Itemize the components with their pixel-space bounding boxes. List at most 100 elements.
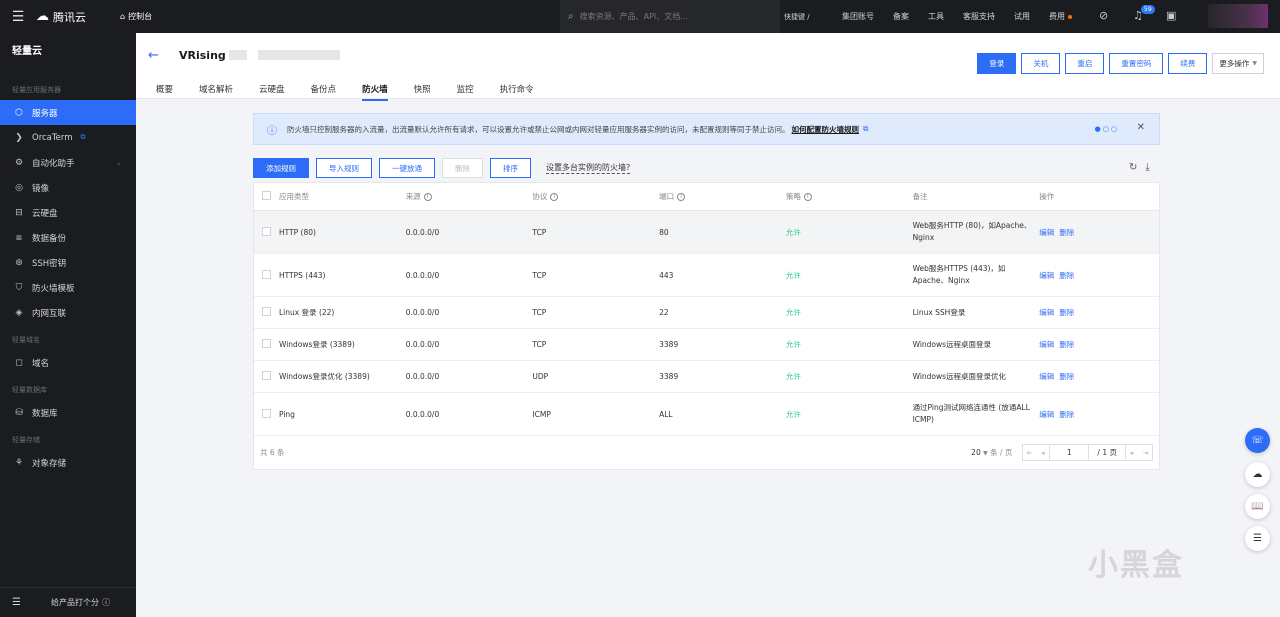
sidebar-item-server[interactable]: ⬡ 服务器 — [0, 100, 136, 125]
sidebar-item-firewall-template[interactable]: ⛉ 防火墙模板 — [0, 275, 136, 300]
row-checkbox[interactable] — [254, 307, 279, 318]
info-icon[interactable]: i — [423, 193, 432, 201]
restart-button[interactable]: 重启 — [1065, 53, 1105, 74]
one-click-allow-button[interactable]: 一键放通 — [379, 158, 435, 178]
reset-password-button[interactable]: 重置密码 — [1109, 53, 1164, 74]
cell-type: HTTP (80) — [278, 227, 316, 237]
edit-link[interactable]: 编辑 — [1039, 270, 1054, 281]
tab-run-command[interactable]: 执行命令 — [500, 83, 534, 99]
customer-service-icon[interactable]: ☏ — [1245, 428, 1270, 453]
rate-product-link[interactable]: 给产品打个分 — [51, 597, 99, 608]
page-number-input[interactable]: 1 — [1049, 445, 1090, 460]
first-page-icon[interactable]: ⇤ — [1023, 449, 1036, 457]
sidebar-item-domain[interactable]: ◻ 域名 — [0, 350, 136, 375]
column-header-source: 来源 i — [406, 191, 533, 202]
compass-icon[interactable]: ⊘ — [1099, 9, 1108, 22]
row-checkbox[interactable] — [254, 408, 279, 420]
delete-link[interactable]: 删除 — [1059, 339, 1074, 350]
tab-overview[interactable]: 概要 — [156, 83, 173, 99]
cell-source: 0.0.0.0/0 — [405, 372, 440, 381]
cart-icon[interactable]: ▣ — [1166, 9, 1176, 22]
sidebar-item-intranet[interactable]: ◈ 内网互联 — [0, 300, 136, 325]
book-icon[interactable]: 📖 — [1245, 494, 1270, 519]
shutdown-button[interactable]: 关机 — [1021, 53, 1061, 74]
delete-link[interactable]: 删除 — [1059, 371, 1074, 382]
search-input[interactable]: ⌕ 搜索资源、产品、API、文档... — [560, 0, 780, 33]
delete-link[interactable]: 删除 — [1059, 270, 1074, 281]
info-icon[interactable]: i — [677, 193, 686, 201]
delete-link[interactable]: 删除 — [1059, 409, 1074, 420]
tab-firewall[interactable]: 防火墙 — [362, 83, 388, 101]
edit-link[interactable]: 编辑 — [1039, 307, 1054, 318]
table-tools: ↻ ⤓ — [1129, 162, 1150, 173]
sidebar-item-automation[interactable]: ⚙ 自动化助手 ⌄ — [0, 150, 136, 175]
refresh-icon[interactable]: ↻ — [1129, 162, 1137, 173]
more-actions-button[interactable]: 更多操作 ▼ — [1212, 53, 1264, 74]
cell-port: ALL — [659, 409, 673, 419]
info-icon[interactable]: i — [803, 193, 812, 201]
topbar-link-support[interactable]: 客服支持 — [963, 11, 995, 22]
sidebar-item-image[interactable]: ◎ 镜像 — [0, 175, 136, 200]
edit-link[interactable]: 编辑 — [1039, 409, 1054, 420]
prev-page-icon[interactable]: ◂ — [1036, 449, 1049, 457]
tab-cloud-disk[interactable]: 云硬盘 — [259, 83, 285, 99]
sidebar-item-disk[interactable]: ⊟ 云硬盘 — [0, 200, 136, 225]
caret-down-icon: ▼ — [1252, 60, 1257, 67]
console-link[interactable]: ⌂ 控制台 — [120, 11, 152, 22]
brand-logo[interactable]: ☁ 腾讯云 — [36, 9, 106, 25]
row-checkbox[interactable] — [254, 371, 279, 382]
topbar-link-tools[interactable]: 工具 — [928, 11, 944, 22]
banner-help-link[interactable]: 如何配置防火墙规则 — [792, 124, 860, 135]
tab-domain-resolution[interactable]: 域名解析 — [199, 83, 233, 99]
topbar-link-icp[interactable]: 备案 — [893, 11, 909, 22]
edit-link[interactable]: 编辑 — [1039, 371, 1054, 382]
avatar[interactable] — [1208, 4, 1268, 28]
cloud-icon[interactable]: ☁ — [1245, 462, 1270, 487]
list-icon[interactable]: ☰ — [1245, 526, 1270, 551]
sidebar-item-object-storage[interactable]: ⚘ 对象存储 — [0, 450, 136, 475]
tab-monitor[interactable]: 监控 — [457, 83, 474, 99]
carousel-dots[interactable]: ●○○ — [1095, 125, 1119, 133]
sidebar-item-backup[interactable]: ⧈ 数据备份 — [0, 225, 136, 250]
select-all-checkbox[interactable] — [254, 191, 279, 202]
add-rule-button[interactable]: 添加规则 — [253, 158, 309, 178]
table-row: Windows登录优化 (3389) 0.0.0.0/0 UDP 3389 允许… — [254, 361, 1159, 393]
import-rules-button[interactable]: 导入规则 — [316, 158, 372, 178]
delete-button[interactable]: 删除 — [442, 158, 483, 178]
row-checkbox[interactable] — [254, 269, 279, 281]
column-header: 备注 — [912, 191, 928, 201]
row-checkbox[interactable] — [254, 226, 279, 238]
billing-label: 费用 — [1049, 12, 1065, 21]
last-page-icon[interactable]: ⇥ — [1139, 449, 1152, 457]
menu-icon[interactable]: ☰ — [0, 9, 36, 25]
sidebar-item-database[interactable]: ⛁ 数据库 — [0, 400, 136, 425]
download-icon[interactable]: ⤓ — [1145, 162, 1149, 173]
tab-backup-points[interactable]: 备份点 — [311, 83, 337, 99]
topbar-link-group-account[interactable]: 集团账号 — [842, 11, 874, 22]
delete-link[interactable]: 删除 — [1059, 227, 1074, 238]
delete-link[interactable]: 删除 — [1059, 307, 1074, 318]
edit-link[interactable]: 编辑 — [1039, 339, 1054, 350]
next-page-icon[interactable]: ▸ — [1126, 449, 1139, 457]
multi-instance-firewall-link[interactable]: 设置多台实例的防火墙? — [546, 162, 631, 174]
notification-badge: 59 — [1141, 5, 1155, 14]
renew-button[interactable]: 续费 — [1168, 53, 1208, 74]
collapse-menu-icon[interactable]: ☰ — [12, 597, 21, 608]
topbar-link-billing[interactable]: 费用 — [1049, 11, 1072, 22]
info-icon[interactable]: i — [550, 193, 559, 201]
sidebar-item-orcaterm[interactable]: ❯ OrcaTerm ⧉ — [0, 125, 136, 150]
sidebar-group-label: 轻量应用服务器 — [12, 85, 61, 94]
caret-down-icon: ▼ — [983, 450, 988, 457]
topbar-link-trial[interactable]: 试用 — [1014, 11, 1030, 22]
tab-snapshot[interactable]: 快照 — [414, 83, 431, 99]
shortcut-hint[interactable]: 快捷键 / — [784, 12, 810, 22]
back-arrow-icon[interactable]: ← — [148, 48, 159, 63]
page-size-select[interactable]: 20 ▼ 条 / 页 — [971, 447, 1012, 458]
row-checkbox[interactable] — [254, 339, 279, 350]
close-icon[interactable]: ✕ — [1137, 122, 1145, 133]
domain-icon: ◻ — [15, 357, 23, 368]
login-button[interactable]: 登录 — [977, 53, 1017, 74]
sort-button[interactable]: 排序 — [490, 158, 531, 178]
sidebar-item-ssh-key[interactable]: ⊛ SSH密钥 — [0, 250, 136, 275]
edit-link[interactable]: 编辑 — [1039, 227, 1054, 238]
